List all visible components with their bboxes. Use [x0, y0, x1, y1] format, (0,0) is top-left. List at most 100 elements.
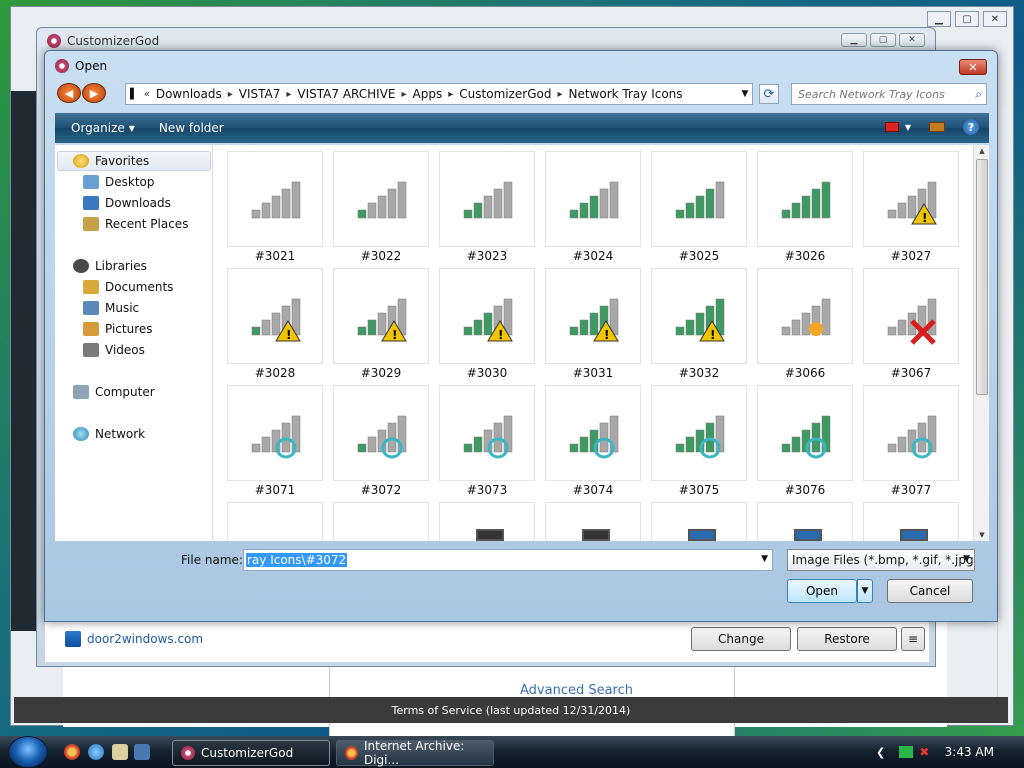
nav-network[interactable]: Network — [73, 427, 145, 441]
monitor-icon[interactable] — [899, 746, 914, 758]
nav-videos[interactable]: Videos — [83, 343, 145, 357]
file-tile[interactable] — [863, 502, 959, 541]
new-folder-button[interactable]: New folder — [159, 121, 224, 135]
chevron-left-icon[interactable]: ❮ — [876, 746, 885, 759]
preview-pane-icon[interactable] — [929, 122, 945, 132]
start-button[interactable] — [8, 736, 48, 768]
breadcrumb-downloads[interactable]: Downloads — [156, 87, 222, 101]
address-bar[interactable]: ▌ « Downloads ▸ VISTA7 ▸ VISTA7 ARCHIVE ▸ A… — [125, 83, 753, 105]
file-tile[interactable]: ! #3032 — [651, 268, 747, 380]
file-type-select[interactable]: Image Files (*.bmp, *.gif, *.jpg, ▼ — [787, 549, 975, 571]
minimize-icon[interactable]: ▁ — [927, 11, 951, 27]
file-tile[interactable]: #3066 — [757, 268, 853, 380]
terms-text[interactable]: Terms of Service (last updated 12/31/201… — [392, 704, 631, 717]
nav-computer[interactable]: Computer — [73, 385, 155, 399]
task-internet-archive[interactable]: Internet Archive: Digi... — [336, 739, 494, 767]
file-tile[interactable]: #3026 — [757, 151, 853, 263]
browser-scrollbar[interactable] — [997, 107, 1011, 723]
close-icon[interactable]: ✕ — [959, 59, 987, 75]
search-input[interactable] — [798, 87, 968, 101]
nav-desktop[interactable]: Desktop — [83, 175, 155, 189]
maximize-icon[interactable]: ▢ — [870, 33, 896, 47]
chevron-down-icon[interactable]: ▼ — [761, 554, 768, 564]
chevron-down-icon[interactable]: ▼ — [737, 83, 753, 105]
search-box[interactable]: ⌕ — [791, 83, 987, 105]
chevron-right-icon[interactable]: ▸ — [557, 89, 562, 100]
file-tile[interactable]: #3076 — [757, 385, 853, 497]
file-tile[interactable]: #3023 — [439, 151, 535, 263]
chevron-right-icon[interactable]: ▸ — [228, 89, 233, 100]
breadcrumb-customizergod[interactable]: CustomizerGod — [459, 87, 551, 101]
back-icon[interactable]: ◀ — [57, 83, 81, 103]
file-tile[interactable]: #3074 — [545, 385, 641, 497]
file-tile[interactable] — [439, 502, 535, 541]
volume-mute-icon[interactable]: ✖ — [919, 745, 929, 759]
file-tile[interactable]: #3075 — [651, 385, 747, 497]
folder-icon[interactable] — [112, 744, 128, 760]
chrome-icon[interactable] — [64, 744, 80, 760]
file-tile[interactable]: #3025 — [651, 151, 747, 263]
file-tile[interactable]: #3073 — [439, 385, 535, 497]
open-options-chevron-icon[interactable]: ▼ — [857, 579, 873, 603]
nav-recent-places[interactable]: Recent Places — [83, 217, 188, 231]
menu-button[interactable]: ≡ — [901, 627, 925, 651]
organize-button[interactable]: Organize ▼ — [71, 121, 135, 135]
help-icon[interactable]: ? — [963, 119, 979, 135]
file-tile[interactable] — [333, 502, 429, 541]
scroll-thumb[interactable] — [976, 159, 988, 395]
file-tile[interactable] — [227, 502, 323, 541]
nav-documents[interactable]: Documents — [83, 280, 173, 294]
nav-favorites[interactable]: Favorites — [73, 154, 149, 168]
change-button[interactable]: Change — [691, 627, 791, 651]
file-tile[interactable] — [757, 502, 853, 541]
file-tile[interactable]: ! #3031 — [545, 268, 641, 380]
file-tile[interactable]: #3024 — [545, 151, 641, 263]
minimize-icon[interactable]: ▁ — [841, 33, 867, 47]
nav-music[interactable]: Music — [83, 301, 139, 315]
file-tile[interactable]: ! #3028 — [227, 268, 323, 380]
file-tile[interactable]: ! #3027 — [863, 151, 959, 263]
open-button[interactable]: Open — [787, 579, 857, 603]
chevron-right-icon[interactable]: ▸ — [448, 89, 453, 100]
file-tile[interactable]: ! #3030 — [439, 268, 535, 380]
internet-explorer-icon[interactable] — [88, 744, 104, 760]
file-tile[interactable]: #3072 — [333, 385, 429, 497]
file-grid-scrollbar[interactable]: ▲ ▼ — [973, 145, 989, 541]
overflow-icon[interactable]: « — [144, 89, 150, 100]
breadcrumb-vista7-archive[interactable]: VISTA7 ARCHIVE — [297, 87, 395, 101]
file-tile[interactable]: #3021 — [227, 151, 323, 263]
nav-pictures[interactable]: Pictures — [83, 322, 153, 336]
file-tile[interactable]: #3067 — [863, 268, 959, 380]
network-icon — [73, 427, 89, 441]
file-tile[interactable]: #3077 — [863, 385, 959, 497]
chevron-right-icon[interactable]: ▸ — [286, 89, 291, 100]
breadcrumb-apps[interactable]: Apps — [413, 87, 443, 101]
chevron-right-icon[interactable]: ▸ — [402, 89, 407, 100]
breadcrumb-vista7[interactable]: VISTA7 — [239, 87, 281, 101]
door2windows-link[interactable]: door2windows.com — [65, 631, 203, 647]
file-name-input[interactable]: ray Icons\#3072 ▼ — [243, 549, 773, 571]
clock[interactable]: 3:43 AM — [945, 745, 994, 759]
refresh-icon[interactable]: ⟳ — [759, 84, 779, 104]
close-icon[interactable]: ✕ — [899, 33, 925, 47]
breadcrumb-network-tray-icons[interactable]: Network Tray Icons — [569, 87, 683, 101]
scroll-up-icon[interactable]: ▲ — [976, 147, 988, 155]
scroll-down-icon[interactable]: ▼ — [976, 531, 988, 539]
show-desktop-icon[interactable] — [134, 744, 150, 760]
cancel-button[interactable]: Cancel — [887, 579, 973, 603]
nav-downloads[interactable]: Downloads — [83, 196, 171, 210]
file-tile[interactable] — [545, 502, 641, 541]
views-button[interactable]: ▼ — [884, 122, 911, 132]
file-tile[interactable] — [651, 502, 747, 541]
task-customizergod[interactable]: CustomizerGod — [172, 740, 330, 766]
file-tile[interactable]: #3022 — [333, 151, 429, 263]
maximize-icon[interactable]: ▢ — [955, 11, 979, 27]
search-icon[interactable]: ⌕ — [975, 87, 982, 102]
forward-icon[interactable]: ▶ — [82, 83, 106, 103]
nav-libraries[interactable]: Libraries — [73, 259, 147, 273]
advanced-search-link[interactable]: Advanced Search — [520, 683, 633, 698]
file-tile[interactable]: #3071 — [227, 385, 323, 497]
restore-button[interactable]: Restore — [797, 627, 897, 651]
close-icon[interactable]: ✕ — [983, 11, 1007, 27]
file-tile[interactable]: ! #3029 — [333, 268, 429, 380]
